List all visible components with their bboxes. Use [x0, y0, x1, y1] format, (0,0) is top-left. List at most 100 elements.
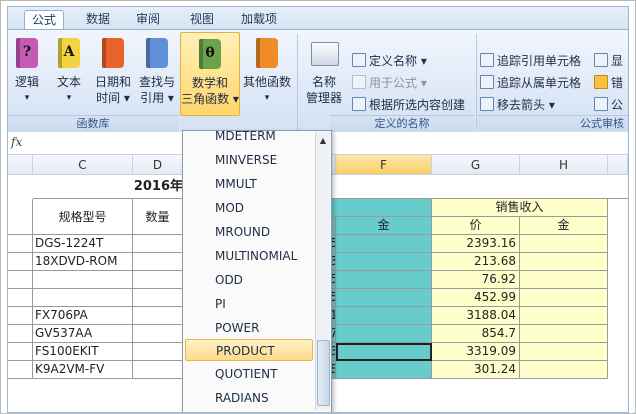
- cell-model[interactable]: FS100EKIT: [33, 343, 133, 361]
- cell-price[interactable]: 854.7: [432, 325, 520, 343]
- row-stub: [8, 361, 33, 379]
- function-item-minverse[interactable]: MINVERSE: [185, 149, 313, 171]
- cell-price[interactable]: 3188.04: [432, 307, 520, 325]
- cell-price[interactable]: 2393.16: [432, 235, 520, 253]
- tab-formulas[interactable]: 公式: [24, 10, 64, 30]
- define-name-button[interactable]: 定义名称 ▾: [352, 52, 427, 70]
- function-item-quotient[interactable]: QUOTIENT: [185, 363, 313, 385]
- corner-header[interactable]: [8, 155, 33, 175]
- trace-precedents-label: 追踪引用单元格: [497, 54, 582, 68]
- cell-model[interactable]: [33, 289, 133, 307]
- cell-f[interactable]: [336, 307, 432, 325]
- header-qty: 数量: [133, 199, 183, 235]
- cell-qty[interactable]: [133, 361, 183, 379]
- cell-price[interactable]: 301.24: [432, 361, 520, 379]
- cell-model[interactable]: 18XDVD-ROM: [33, 253, 133, 271]
- cell-qty[interactable]: [133, 271, 183, 289]
- function-item-mmult[interactable]: MMULT: [185, 173, 313, 195]
- cell-f[interactable]: [336, 253, 432, 271]
- create-from-selection-button[interactable]: 根据所选内容创建: [352, 96, 465, 114]
- cell-qty[interactable]: [133, 307, 183, 325]
- function-item-mdeterm[interactable]: MDETERM: [185, 131, 313, 147]
- cell-qty[interactable]: [133, 343, 183, 361]
- cell-model[interactable]: K9A2VM-FV: [33, 361, 133, 379]
- error-checking-label: 错: [611, 76, 624, 90]
- tab-data[interactable]: 数据: [80, 10, 116, 29]
- col-header-d[interactable]: D: [133, 155, 183, 175]
- function-item-radians[interactable]: RADIANS: [185, 387, 313, 409]
- cell-qty[interactable]: [133, 325, 183, 343]
- cell-price[interactable]: 213.68: [432, 253, 520, 271]
- cell-h[interactable]: [520, 361, 608, 379]
- logical-button[interactable]: ? 逻辑 ▾: [10, 32, 44, 116]
- lookup-label1: 查找与: [138, 75, 175, 89]
- dropdown-scrollbar[interactable]: ▲: [315, 132, 330, 410]
- cell-price[interactable]: 452.99: [432, 289, 520, 307]
- trace-dependents-button[interactable]: 追踪从属单元格: [480, 74, 581, 92]
- trace-dependents-icon: [480, 75, 494, 89]
- cell-model[interactable]: GV537AA: [33, 325, 133, 343]
- text-button[interactable]: A 文本 ▾: [48, 32, 90, 116]
- cell-model[interactable]: FX706PA: [33, 307, 133, 325]
- more-functions-button[interactable]: 其他函数 ▾: [240, 32, 294, 116]
- evaluate-formula-button[interactable]: 公: [594, 96, 623, 114]
- col-header-f[interactable]: F: [336, 155, 432, 175]
- tab-review[interactable]: 审阅: [130, 10, 166, 29]
- show-formulas-button[interactable]: 显: [594, 52, 623, 70]
- fx-icon[interactable]: fx: [11, 135, 22, 149]
- lookup-reference-button[interactable]: 查找与 引用 ▾: [136, 32, 178, 116]
- name-manager-label1: 名称: [311, 75, 336, 89]
- math-trig-button[interactable]: θ 数学和 三角函数 ▾: [180, 32, 240, 116]
- cell-model[interactable]: DGS-1224T: [33, 235, 133, 253]
- cell-f[interactable]: [336, 325, 432, 343]
- function-item-pi[interactable]: PI: [185, 293, 313, 315]
- scroll-up-icon[interactable]: ▲: [316, 134, 330, 148]
- col-header-next[interactable]: [608, 155, 628, 175]
- function-item-multinomial[interactable]: MULTINOMIAL: [185, 245, 313, 267]
- cell-qty[interactable]: [133, 253, 183, 271]
- col-header-c[interactable]: C: [33, 155, 133, 175]
- cell-qty[interactable]: [133, 289, 183, 307]
- cell-h[interactable]: [520, 343, 608, 361]
- cell-f[interactable]: [336, 289, 432, 307]
- title-row-fill: [330, 175, 628, 199]
- math-trig-book-icon: θ: [199, 39, 221, 69]
- cell-f[interactable]: [336, 271, 432, 289]
- evaluate-formula-icon: [594, 97, 608, 111]
- name-manager-button[interactable]: 名称 管理器: [301, 32, 347, 116]
- cell-h[interactable]: [520, 307, 608, 325]
- cell-h[interactable]: [520, 289, 608, 307]
- cell-h[interactable]: [520, 235, 608, 253]
- cell-qty[interactable]: [133, 235, 183, 253]
- function-item-mod[interactable]: MOD: [185, 197, 313, 219]
- cell-f[interactable]: [336, 361, 432, 379]
- col-header-g[interactable]: G: [432, 155, 520, 175]
- col-header-h[interactable]: H: [520, 155, 608, 175]
- trace-precedents-button[interactable]: 追踪引用单元格: [480, 52, 581, 70]
- tab-addins[interactable]: 加载项: [234, 10, 284, 29]
- function-item-power[interactable]: POWER: [185, 317, 313, 339]
- remove-arrows-button[interactable]: 移去箭头 ▾: [480, 96, 555, 114]
- header-sales-income: 销售收入: [432, 199, 608, 217]
- show-formulas-label: 显: [611, 54, 624, 68]
- ribbon-tab-bar: 公式 数据 审阅 视图 加载项: [8, 7, 628, 30]
- cell-h[interactable]: [520, 325, 608, 343]
- cell-model[interactable]: [33, 271, 133, 289]
- cell-price[interactable]: 3319.09: [432, 343, 520, 361]
- cell-price[interactable]: 76.92: [432, 271, 520, 289]
- use-in-formula-button[interactable]: 用于公式 ▾: [352, 74, 427, 92]
- active-cell-f[interactable]: [336, 343, 432, 361]
- math-trig-dropdown[interactable]: MDETERM MINVERSE MMULT MOD MROUND MULTIN…: [182, 130, 332, 412]
- error-checking-button[interactable]: 错: [594, 74, 623, 92]
- scroll-thumb[interactable]: [317, 340, 330, 406]
- date-time-button[interactable]: 日期和 时间 ▾: [92, 32, 134, 116]
- cell-f[interactable]: [336, 235, 432, 253]
- function-item-odd[interactable]: ODD: [185, 269, 313, 291]
- function-item-mround[interactable]: MROUND: [185, 221, 313, 243]
- cell-h[interactable]: [520, 271, 608, 289]
- cell-h[interactable]: [520, 253, 608, 271]
- more-functions-label: 其他函数: [242, 75, 291, 89]
- function-item-product[interactable]: PRODUCT: [185, 339, 313, 361]
- tab-view[interactable]: 视图: [184, 10, 220, 29]
- logical-label: 逻辑: [14, 75, 39, 89]
